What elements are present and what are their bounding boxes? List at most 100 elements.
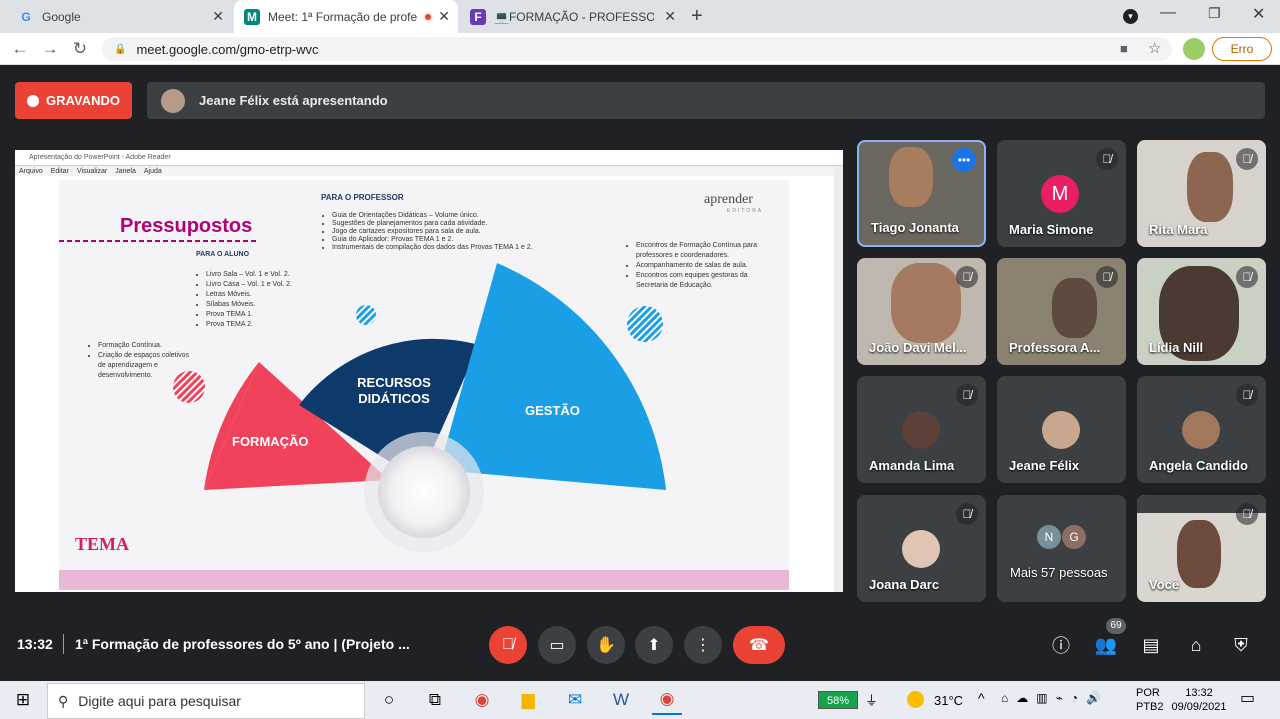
windows-start-icon[interactable]: ⊞ bbox=[8, 685, 38, 715]
close-tab-icon[interactable]: ✕ bbox=[212, 8, 224, 25]
participant-tile[interactable]: 🎙̸ João Davi Mel... bbox=[857, 258, 986, 365]
participant-photo-avatar bbox=[902, 411, 940, 449]
tab-forms[interactable]: F 💻FORMAÇÃO - PROFESSORES ✕ bbox=[460, 0, 684, 33]
participant-initial-avatar: G bbox=[1062, 525, 1086, 549]
mic-off-icon: 🎙̸ bbox=[956, 384, 978, 406]
present-now-button[interactable]: ⬆ bbox=[635, 626, 673, 664]
activities-icon[interactable]: ⌂ bbox=[1183, 632, 1209, 658]
url-text: meet.google.com/gmo-etrp-wvc bbox=[136, 41, 319, 57]
participant-tile[interactable]: ••• Tiago Jonanta bbox=[857, 140, 986, 247]
participant-name: Jeane Félix bbox=[1009, 458, 1080, 473]
leave-call-button[interactable]: ☎ bbox=[733, 626, 785, 664]
participant-photo-avatar bbox=[1182, 411, 1220, 449]
tab-title: 💻FORMAÇÃO - PROFESSORES bbox=[494, 9, 654, 24]
mic-off-icon: 🎙̸ bbox=[1236, 266, 1258, 288]
camera-icon[interactable]: ■ bbox=[1120, 41, 1128, 56]
mic-off-icon: 🎙̸ bbox=[1236, 503, 1258, 525]
list-item: Prova TEMA 2. bbox=[206, 320, 326, 330]
label-formacao: FORMAÇÃO bbox=[232, 434, 309, 449]
system-tray-icons[interactable]: ⌂☁▥⌁◔🔊 bbox=[1001, 691, 1109, 705]
new-tab-plus-icon[interactable]: + bbox=[691, 5, 703, 28]
participant-tile[interactable]: 🎙̸ Amanda Lima bbox=[857, 376, 986, 483]
close-tab-icon[interactable]: ✕ bbox=[664, 8, 676, 25]
recording-badge[interactable]: GRAVANDO bbox=[15, 82, 132, 119]
url-bar[interactable]: 🔒 meet.google.com/gmo-etrp-wvc bbox=[102, 37, 1172, 61]
back-arrow-icon[interactable]: ← bbox=[8, 37, 32, 61]
mic-off-icon: 🎙̸ bbox=[1236, 384, 1258, 406]
keyboard-layout: PTB2 bbox=[1136, 701, 1164, 713]
more-participants-tile[interactable]: N G Mais 57 pessoas bbox=[997, 495, 1126, 602]
temperature-text[interactable]: 31°C bbox=[934, 693, 963, 708]
google-favicon-icon: G bbox=[21, 9, 31, 24]
meeting-details-icon[interactable]: ⓘ bbox=[1048, 632, 1074, 658]
participant-tile[interactable]: 🎙̸ Lídia Nill bbox=[1137, 258, 1266, 365]
tab-search-chevron-icon[interactable]: ▾ bbox=[1123, 9, 1138, 24]
tray-chevron-icon[interactable]: ^ bbox=[978, 690, 985, 706]
participant-tile[interactable]: 🎙̸ Joana Darc bbox=[857, 495, 986, 602]
profile-error-button[interactable]: Erro bbox=[1212, 37, 1272, 61]
notifications-icon[interactable]: ▭ bbox=[1240, 688, 1255, 708]
more-options-button[interactable]: ⋮ bbox=[684, 626, 722, 664]
chat-icon[interactable]: ▤ bbox=[1138, 632, 1164, 658]
more-options-icon[interactable]: ••• bbox=[952, 148, 976, 172]
divider bbox=[63, 634, 64, 654]
bookmark-star-icon[interactable]: ☆ bbox=[1148, 39, 1161, 57]
list-item: Instrumentais de compilação dos dados da… bbox=[332, 244, 542, 252]
cortana-circle-icon[interactable]: ○ bbox=[374, 685, 404, 715]
forward-arrow-icon[interactable]: → bbox=[38, 37, 62, 61]
mic-toggle-button[interactable]: 🎙̸ bbox=[489, 626, 527, 664]
tab-title: Meet: 1ª Formação de profe bbox=[268, 9, 418, 24]
list-item: Livro Casa – Vol. 1 e Vol. 2. bbox=[206, 280, 326, 290]
chrome-active-icon[interactable]: ◉ bbox=[652, 685, 682, 715]
file-explorer-icon[interactable]: ▆ bbox=[513, 685, 543, 715]
tab-google[interactable]: G Google ✕ bbox=[8, 0, 232, 33]
mic-off-icon: 🎙̸ bbox=[1096, 148, 1118, 170]
aluno-heading: PARA O ALUNO bbox=[196, 251, 250, 258]
participant-name: Angela Candido bbox=[1149, 458, 1248, 473]
participant-tile[interactable]: 🎙̸ M Maria Simone bbox=[997, 140, 1126, 247]
adobe-menu-item: Arquivo bbox=[19, 167, 43, 175]
participant-tile[interactable]: 🎙̸ Professora A... bbox=[997, 258, 1126, 365]
presenter-avatar bbox=[161, 88, 185, 113]
participant-photo-avatar bbox=[1042, 411, 1080, 449]
reload-icon[interactable]: ↻ bbox=[68, 37, 92, 61]
participant-tile[interactable]: 🎙̸ Rita Mara bbox=[1137, 140, 1266, 247]
professor-heading: PARA O PROFESSOR bbox=[321, 193, 404, 202]
maximize-icon[interactable]: ❐ bbox=[1208, 5, 1221, 22]
list-item: Guia de Orientações Didáticas – Volume ú… bbox=[332, 212, 542, 220]
chrome-icon[interactable]: ◉ bbox=[467, 685, 497, 715]
participant-tile[interactable]: 🎙̸ Angela Candido bbox=[1137, 376, 1266, 483]
raise-hand-button[interactable]: ✋ bbox=[587, 626, 625, 664]
taskbar-search-box[interactable]: ⚲ Digite aqui para pesquisar bbox=[47, 683, 365, 719]
mic-off-icon: 🎙̸ bbox=[1096, 266, 1118, 288]
self-view-tile[interactable]: 🎙̸ Você bbox=[1137, 495, 1266, 602]
adobe-scrollbar bbox=[834, 166, 843, 592]
people-icon[interactable]: 👥 bbox=[1093, 632, 1119, 658]
tab-meet[interactable]: M Meet: 1ª Formação de profe ✕ bbox=[234, 0, 458, 33]
meet-favicon-icon: M bbox=[244, 8, 260, 25]
minimize-icon[interactable]: — bbox=[1160, 4, 1176, 22]
list-item: Prova TEMA 1. bbox=[206, 310, 326, 320]
presenting-banner: Jeane Félix está apresentando bbox=[147, 82, 1265, 119]
extension-icon[interactable] bbox=[1183, 38, 1205, 60]
mail-icon[interactable]: ✉ bbox=[560, 685, 590, 715]
clock[interactable]: 13:32 09/09/2021 bbox=[1170, 686, 1228, 714]
slide-title: Pressupostos bbox=[120, 215, 253, 237]
participant-video bbox=[1052, 278, 1097, 338]
task-view-icon[interactable]: ⧉ bbox=[420, 685, 450, 715]
participant-tile[interactable]: Jeane Félix bbox=[997, 376, 1126, 483]
camera-toggle-button[interactable]: ▭ bbox=[538, 626, 576, 664]
word-icon[interactable]: W bbox=[606, 685, 636, 715]
list-item: Criação de espaços coletivos de aprendiz… bbox=[98, 351, 198, 381]
close-window-icon[interactable]: ✕ bbox=[1252, 4, 1265, 24]
participant-name: Amanda Lima bbox=[869, 458, 955, 473]
weather-sun-icon[interactable] bbox=[907, 691, 924, 708]
battery-indicator[interactable]: 58% bbox=[818, 691, 858, 709]
adobe-menu-item: Visualizar bbox=[77, 167, 108, 175]
language-indicator[interactable]: POR PTB2 bbox=[1136, 686, 1164, 714]
mic-off-icon: 🎙̸ bbox=[956, 266, 978, 288]
list-item: Acompanhamento de salas de aula. bbox=[636, 261, 781, 271]
host-controls-shield-icon[interactable]: ⛨ bbox=[1228, 632, 1254, 658]
present-screen-icon: ⬆ bbox=[647, 637, 661, 654]
close-tab-icon[interactable]: ✕ bbox=[438, 8, 450, 25]
